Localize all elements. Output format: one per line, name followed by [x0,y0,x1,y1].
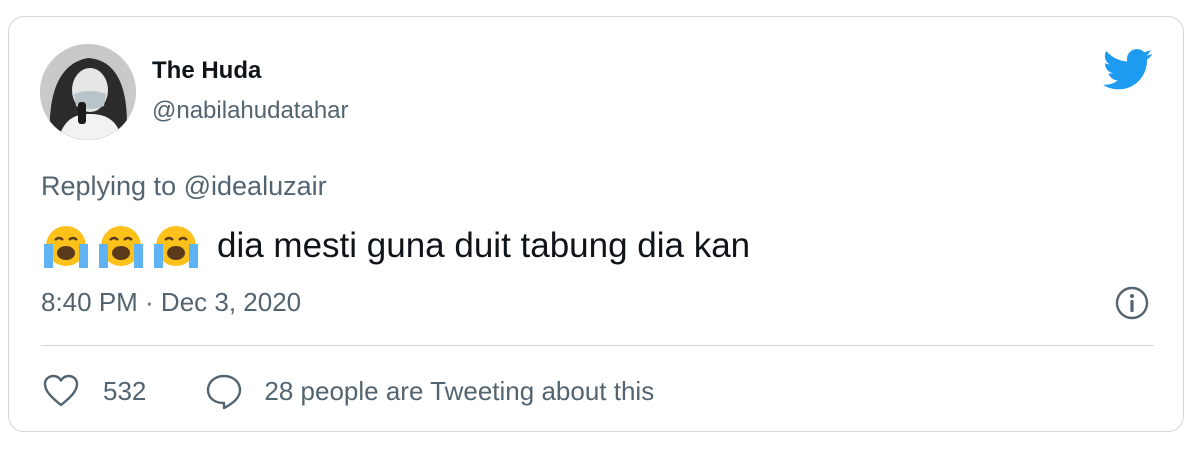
divider [41,345,1154,346]
reply-mention-link[interactable]: @idealuzair [184,171,327,201]
tweet-actions: 532 28 people are Tweeting about this [41,369,654,413]
loudly-crying-face-icon [154,226,198,268]
tweet-text: dia mesti guna duit tabung dia kan [217,226,751,265]
conversation-action[interactable]: 28 people are Tweeting about this [204,371,654,411]
like-count: 532 [103,375,147,406]
loudly-crying-face-icon [44,226,88,268]
info-icon[interactable] [1113,284,1151,322]
speech-bubble-icon[interactable] [204,371,244,411]
loudly-crying-face-icon [99,226,143,268]
avatar-photo [40,44,136,140]
twitter-bird-icon[interactable] [1103,49,1153,91]
tweet-body: dia mesti guna duit tabung dia kan [41,221,750,271]
tweet-card[interactable]: The Huda @nabilahudatahar Replying to @i… [8,16,1184,432]
conversation-text: 28 people are Tweeting about this [264,375,655,406]
user-handle[interactable]: @nabilahudatahar [152,97,349,125]
replying-to: Replying to @idealuzair [41,171,327,202]
tweet-timestamp[interactable]: 8:40 PM · Dec 3, 2020 [41,287,301,318]
replying-prefix: Replying to [41,171,177,201]
like-action[interactable]: 532 [41,371,146,411]
emoji-group [41,222,201,270]
display-name[interactable]: The Huda [152,57,261,85]
heart-icon[interactable] [41,371,81,411]
avatar[interactable] [40,44,136,140]
